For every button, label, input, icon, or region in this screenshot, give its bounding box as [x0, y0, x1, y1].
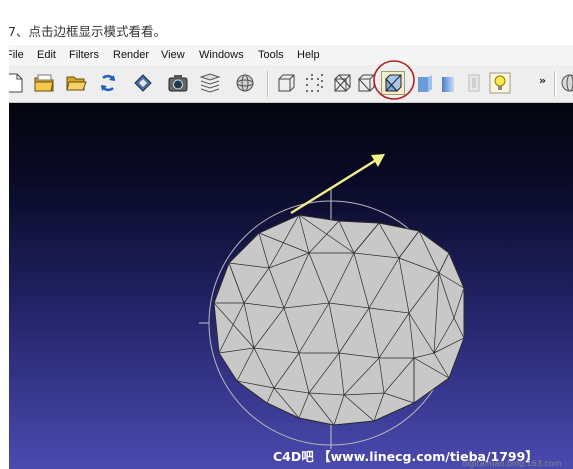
- menu-help[interactable]: Help: [297, 49, 320, 61]
- new-file-icon[interactable]: [9, 72, 25, 94]
- credit-text: digitalmao.blog.163.com: [462, 459, 562, 468]
- texture-icon[interactable]: [463, 72, 485, 94]
- toolbar-overflow-button[interactable]: »: [539, 74, 546, 87]
- menu-file[interactable]: File: [9, 49, 24, 61]
- annotation-circle: [373, 60, 415, 100]
- reload-icon[interactable]: [97, 72, 119, 94]
- menu-bar: File Edit Filters Render View Windows To…: [9, 45, 573, 65]
- open-layers-icon[interactable]: [33, 72, 55, 94]
- menu-edit[interactable]: Edit: [37, 49, 56, 61]
- open-folder-icon[interactable]: [65, 72, 87, 94]
- bounding-box-icon[interactable]: [275, 72, 297, 94]
- snapshot-camera-icon[interactable]: [167, 72, 189, 94]
- toolbar: »: [9, 65, 573, 103]
- toolbar-separator: [554, 71, 556, 97]
- menu-filters[interactable]: Filters: [69, 49, 99, 61]
- toolbar-separator: [267, 71, 269, 97]
- step-caption: 7、点击边框显示模式看看。: [8, 24, 166, 39]
- globe-icon[interactable]: [234, 72, 256, 94]
- menu-windows[interactable]: Windows: [199, 49, 244, 61]
- light-bulb-icon[interactable]: [489, 72, 511, 94]
- mesh-render: [199, 154, 465, 449]
- meshlab-window: File Edit Filters Render View Windows To…: [9, 45, 573, 469]
- menu-render[interactable]: Render: [113, 49, 149, 61]
- annotation-arrow: [290, 154, 385, 215]
- menu-view[interactable]: View: [161, 49, 185, 61]
- menu-tools[interactable]: Tools: [258, 49, 284, 61]
- layer-stack-icon[interactable]: [199, 72, 221, 94]
- globe-icon[interactable]: [559, 72, 573, 94]
- smooth-shading-icon[interactable]: [437, 72, 459, 94]
- points-icon[interactable]: [303, 72, 325, 94]
- save-icon[interactable]: [132, 72, 154, 94]
- wireframe-icon[interactable]: [331, 72, 353, 94]
- 3d-viewport[interactable]: C4D吧 【www.linecg.com/tieba/1799】: [9, 103, 573, 469]
